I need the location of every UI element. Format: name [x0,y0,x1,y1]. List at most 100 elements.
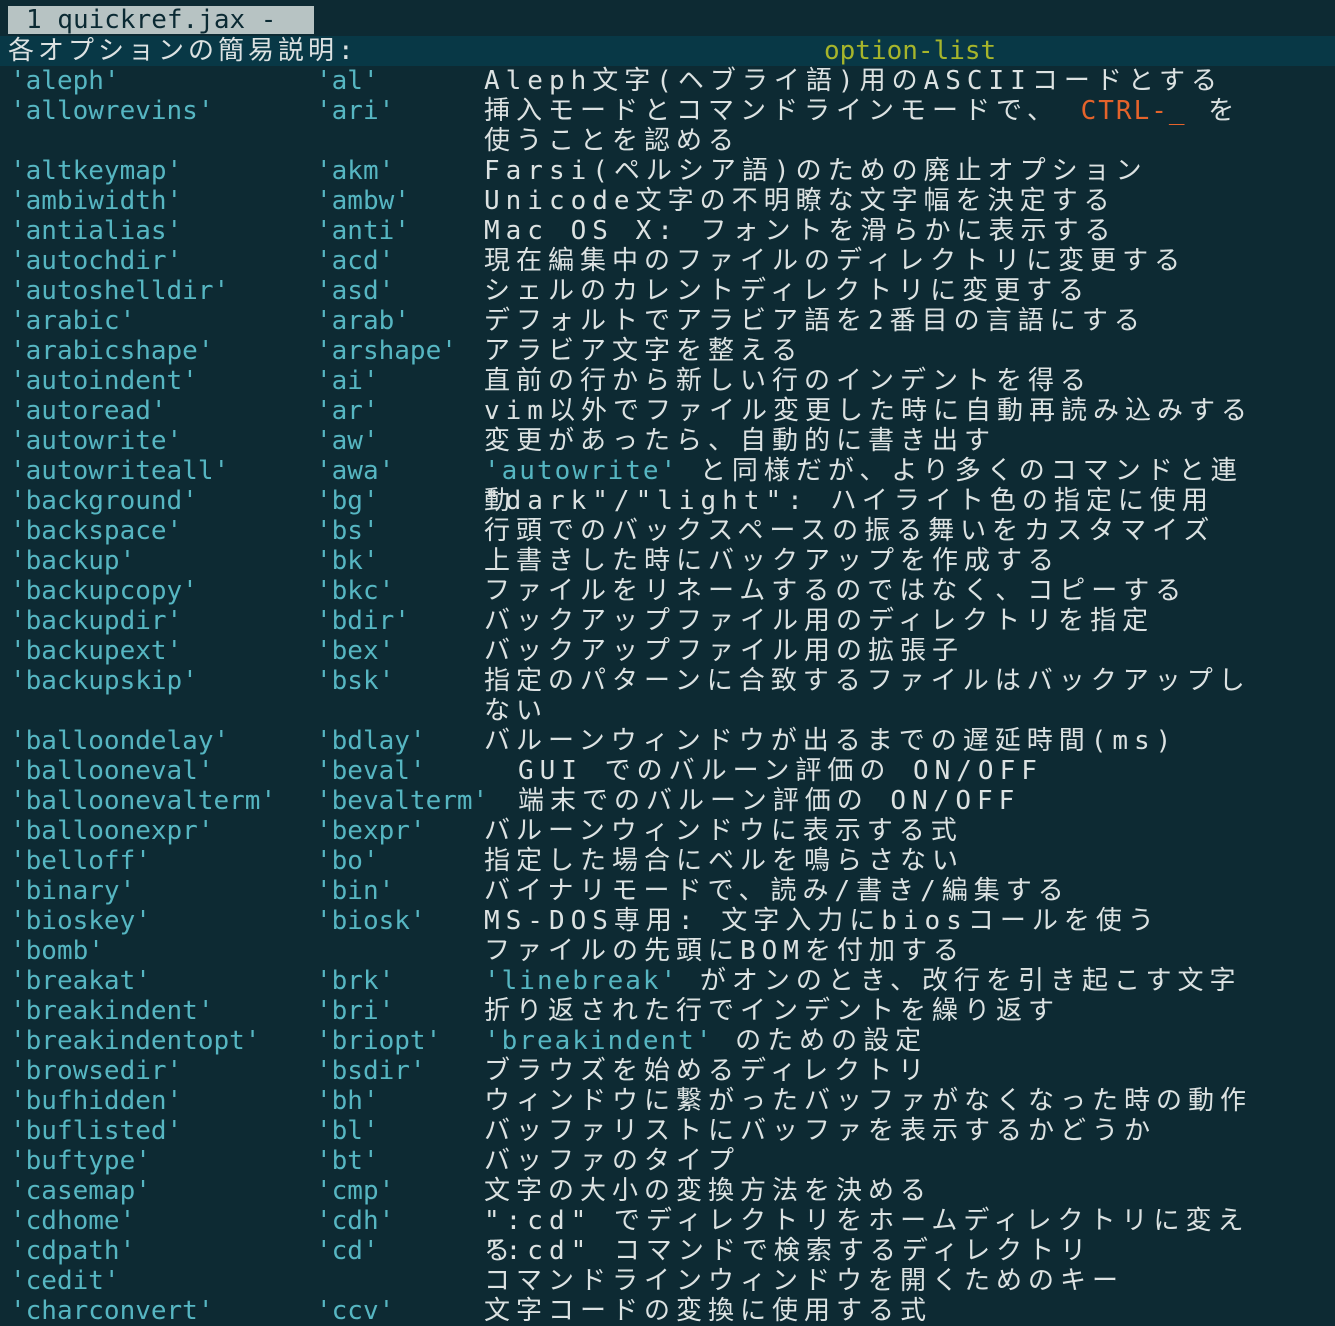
option-abbr[interactable]: 'asd' [316,276,394,306]
option-description: 端末でのバルーン評価の ON/OFF [518,786,1021,816]
option-abbr[interactable]: 'arab' [316,306,410,336]
option-description: Farsi(ペルシア語)のための廃止オプション [484,156,1148,186]
option-abbr[interactable]: 'bk' [316,546,379,576]
option-name[interactable]: 'cedit' [10,1266,120,1296]
option-name[interactable]: 'altkeymap' [10,156,182,186]
option-name[interactable]: 'binary' [10,876,135,906]
option-link[interactable]: 'autowrite' [484,456,678,486]
option-name[interactable]: 'browsedir' [10,1056,182,1086]
option-name[interactable]: 'casemap' [10,1176,151,1206]
option-abbr[interactable]: 'biosk' [316,906,426,936]
option-name[interactable]: 'belloff' [10,846,151,876]
option-description: バイナリモードで、読み/書き/編集する [484,876,1070,906]
option-name[interactable]: 'buftype' [10,1146,151,1176]
option-row-autoread: 'autoread' 'ar' vim以外でファイル変更した時に自動再読み込みす… [0,396,1335,426]
option-name[interactable]: 'autowriteall' [10,456,229,486]
option-abbr[interactable]: 'akm' [316,156,394,186]
option-link[interactable]: 'linebreak' [484,966,678,996]
option-row-backup: 'backup' 'bk' 上書きした時にバックアップを作成する [0,546,1335,576]
option-name[interactable]: 'arabic' [10,306,135,336]
option-abbr[interactable]: 'bexpr' [316,816,426,846]
option-abbr[interactable]: 'bkc' [316,576,394,606]
option-abbr[interactable]: 'beval' [316,756,426,786]
option-name[interactable]: 'ballooneval' [10,756,214,786]
option-name[interactable]: 'backup' [10,546,135,576]
option-abbr[interactable]: 'bs' [316,516,379,546]
option-name[interactable]: 'antialias' [10,216,182,246]
option-name[interactable]: 'backupext' [10,636,182,666]
option-abbr[interactable]: 'cmp' [316,1176,394,1206]
option-name[interactable]: 'ambiwidth' [10,186,182,216]
description-text: 挿入モードとコマンドラインモードで、 [484,96,1059,126]
option-name[interactable]: 'autochdir' [10,246,182,276]
option-row-charconvert: 'charconvert' 'ccv' 文字コードの変換に使用する式 [0,1296,1335,1326]
option-abbr[interactable]: 'bg' [316,486,379,516]
option-abbr[interactable]: 'cdh' [316,1206,394,1236]
option-description: バルーンウィンドウが出るまでの遅延時間(ms) [484,726,1178,756]
option-name[interactable]: 'backspace' [10,516,182,546]
option-description: ブラウズを始めるディレクトリ [484,1056,931,1086]
option-name[interactable]: 'autowrite' [10,426,182,456]
option-abbr[interactable]: 'bt' [316,1146,379,1176]
option-name[interactable]: 'autoindent' [10,366,198,396]
option-name[interactable]: 'bioskey' [10,906,151,936]
option-name[interactable]: 'breakat' [10,966,151,996]
option-name[interactable]: 'backupdir' [10,606,182,636]
option-row-bioskey: 'bioskey' 'biosk' MS-DOS専用: 文字入力にbiosコール… [0,906,1335,936]
option-abbr[interactable]: 'ai' [316,366,379,396]
option-name[interactable]: 'allowrevins' [10,96,214,126]
option-name[interactable]: 'aleph' [10,66,120,96]
option-abbr[interactable]: 'bsk' [316,666,394,696]
option-abbr[interactable]: 'awa' [316,456,394,486]
option-abbr[interactable]: 'bin' [316,876,394,906]
option-abbr[interactable]: 'bex' [316,636,394,666]
option-description: 変更があったら、自動的に書き出す [484,426,997,456]
option-name[interactable]: 'arabicshape' [10,336,214,366]
option-description: バッファのタイプ [484,1146,741,1176]
buffer-tab[interactable]: 1 quickref.jax - [8,6,314,34]
option-name[interactable]: 'bomb' [10,936,104,966]
option-abbr[interactable]: 'arshape' [316,336,457,366]
option-row-bufhidden: 'bufhidden' 'bh' ウィンドウに繋がったバッファがなくなった時の動… [0,1086,1335,1116]
option-abbr[interactable]: 'bsdir' [316,1056,426,1086]
option-abbr[interactable]: 'ccv' [316,1296,394,1326]
option-abbr[interactable]: 'bri' [316,996,394,1026]
option-name[interactable]: 'charconvert' [10,1296,214,1326]
help-tag-option-list[interactable]: option-list [824,36,996,66]
special-key[interactable]: CTRL-_ [1081,96,1187,126]
option-name[interactable]: 'autoshelldir' [10,276,229,306]
option-link[interactable]: 'breakindent' [484,1026,714,1056]
option-name[interactable]: 'backupcopy' [10,576,198,606]
option-abbr[interactable]: 'bl' [316,1116,379,1146]
option-name[interactable]: 'autoread' [10,396,167,426]
option-name[interactable]: 'balloonexpr' [10,816,214,846]
option-abbr[interactable]: 'al' [316,66,379,96]
option-row-balloonexpr: 'balloonexpr' 'bexpr' バルーンウィンドウに表示する式 [0,816,1335,846]
option-abbr[interactable]: 'bdir' [316,606,410,636]
option-name[interactable]: 'breakindentopt' [10,1026,260,1056]
option-name[interactable]: 'balloonevalterm' [10,786,276,816]
option-abbr[interactable]: 'cd' [316,1236,379,1266]
option-abbr[interactable]: 'ari' [316,96,394,126]
option-abbr[interactable]: 'bh' [316,1086,379,1116]
option-row-breakindentopt: 'breakindentopt' 'briopt' 'breakindent' … [0,1026,1335,1056]
option-abbr[interactable]: 'bo' [316,846,379,876]
option-name[interactable]: 'balloondelay' [10,726,229,756]
option-abbr[interactable]: 'aw' [316,426,379,456]
option-abbr[interactable]: 'anti' [316,216,410,246]
option-abbr[interactable]: 'briopt' [316,1026,441,1056]
option-name[interactable]: 'cdhome' [10,1206,135,1236]
option-abbr[interactable]: 'bevalterm' [316,786,488,816]
option-abbr[interactable]: 'ambw' [316,186,410,216]
option-name[interactable]: 'cdpath' [10,1236,135,1266]
option-abbr[interactable]: 'ar' [316,396,379,426]
option-abbr[interactable]: 'bdlay' [316,726,426,756]
option-description: ファイルをリネームするのではなく、コピーする [484,576,1188,606]
option-name[interactable]: 'background' [10,486,198,516]
option-abbr[interactable]: 'brk' [316,966,394,996]
option-name[interactable]: 'backupskip' [10,666,198,696]
option-abbr[interactable]: 'acd' [316,246,394,276]
option-name[interactable]: 'breakindent' [10,996,214,1026]
option-name[interactable]: 'buflisted' [10,1116,182,1146]
option-name[interactable]: 'bufhidden' [10,1086,182,1116]
